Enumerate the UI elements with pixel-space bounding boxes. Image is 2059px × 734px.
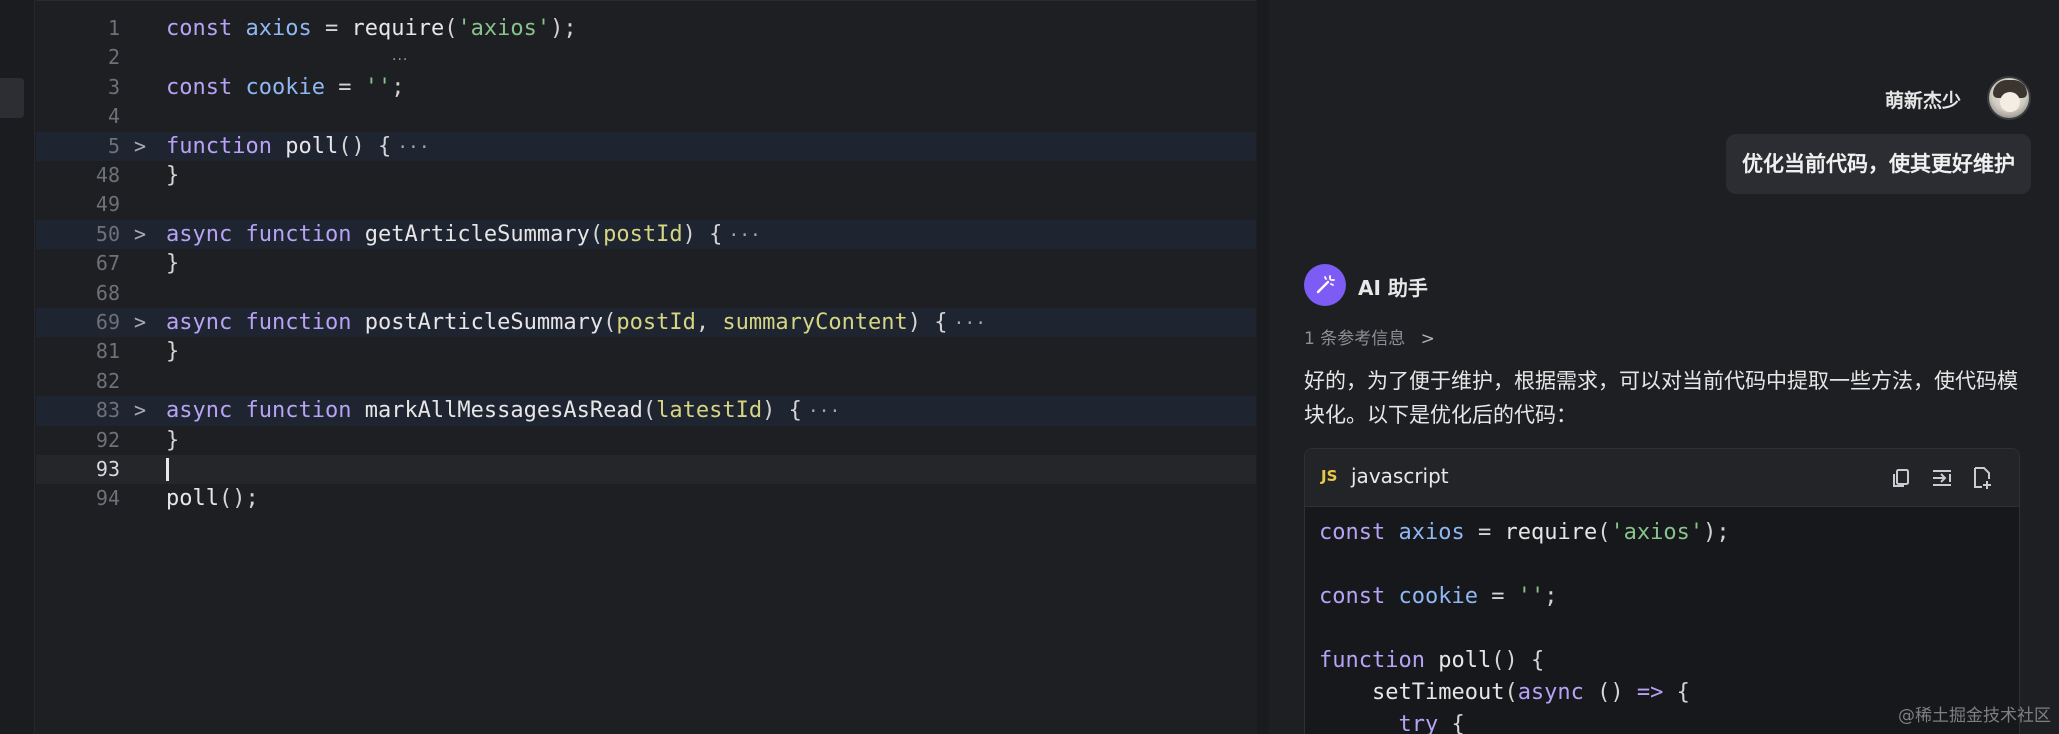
code-text: } (166, 163, 180, 188)
code-text: const cookie = ''; (166, 74, 405, 100)
editor-line[interactable]: 92} (36, 426, 1256, 455)
editor-line[interactable]: 94 poll(); (36, 484, 1256, 513)
editor-line[interactable]: 1 const axios = require('axios'); (36, 14, 1256, 43)
javascript-icon: JS (1321, 467, 1338, 485)
panel-splitter[interactable] (1257, 0, 1269, 734)
ai-assistant-name: AI 助手 (1358, 276, 1428, 300)
code-text: async function markAllMessagesAsRead(lat… (166, 396, 840, 426)
code-block-line: const cookie = ''; (1319, 584, 1558, 609)
fold-ellipsis[interactable]: ··· (728, 221, 761, 250)
editor-line[interactable]: 3 const cookie = ''; (36, 73, 1256, 102)
code-block-line: setTimeout(async () => { (1371, 680, 1690, 705)
editor-line[interactable]: 4 (36, 102, 1256, 131)
line-number: 93 (95, 457, 120, 481)
line-number: 3 (107, 74, 120, 99)
line-number: 81 (95, 339, 120, 364)
magic-wand-icon (1316, 275, 1335, 294)
code-text: async function postArticleSummary(postId… (166, 308, 986, 338)
line-number: 2 (107, 45, 120, 70)
text-cursor (166, 458, 169, 482)
watermark: @稀土掘金技术社区 (1898, 706, 2051, 726)
code-block-line: try { (1398, 712, 1465, 734)
activity-tab-active[interactable] (0, 78, 24, 118)
code-text: poll(); (166, 486, 259, 512)
line-number: 1 (107, 16, 120, 40)
fold-chevron-icon[interactable]: > (134, 220, 150, 249)
code-block-line: const axios = require('axios'); (1319, 520, 1730, 545)
editor-line[interactable]: 83 > async function markAllMessagesAsRead(… (36, 396, 1256, 426)
code-block: JS javascript const axios = require('axi… (1304, 448, 2020, 734)
code-text: function poll() {··· (166, 132, 430, 162)
ai-response-text: 好的，为了便于维护，根据需求，可以对当前代码中提取一些方法，使代码模块化。以下是… (1304, 369, 2018, 427)
fold-chevron-icon[interactable]: > (134, 132, 150, 161)
chevron-right-icon: > (1420, 329, 1435, 349)
line-number: 67 (95, 251, 120, 276)
editor-line[interactable]: 49 (36, 190, 1256, 219)
code-block-line (1319, 549, 1730, 581)
fold-ellipsis[interactable]: ··· (954, 309, 987, 338)
line-number: 69 (95, 310, 120, 334)
reference-info-link[interactable]: 1 条参考信息 > (1304, 324, 1435, 349)
line-number: 83 (95, 398, 120, 423)
code-block-line (1319, 613, 1730, 645)
line-number: 94 (95, 486, 120, 511)
code-block-line: function poll() { (1319, 648, 1545, 673)
insert-code-icon[interactable] (1929, 465, 1955, 491)
code-block-header: JS javascript (1305, 449, 2019, 507)
user-message-bubble: 优化当前代码，使其更好维护 (1726, 134, 2031, 194)
reference-info-label: 1 条参考信息 (1304, 329, 1406, 349)
line-number: 92 (95, 427, 120, 452)
line-number: 5 (107, 133, 120, 158)
user-name: 萌新杰少 (1884, 90, 1961, 112)
code-block-body[interactable]: const axios = require('axios'); const coo… (1319, 517, 1730, 734)
line-number: 48 (95, 163, 120, 187)
code-text: async function getArticleSummary(postId)… (166, 220, 761, 250)
code-language-label: javascript (1351, 464, 1449, 488)
editor-line[interactable]: 93 (36, 455, 1256, 485)
line-number: 50 (95, 221, 120, 246)
editor-line[interactable]: 69 > async function postArticleSummary(pos… (36, 308, 1256, 338)
code-text: } (166, 427, 180, 453)
activity-strip (0, 0, 35, 734)
editor-line[interactable]: 81} (36, 337, 1256, 366)
ai-assistant-avatar (1304, 264, 1346, 306)
line-number: 68 (95, 280, 120, 305)
code-editor[interactable]: ··· 1 const axios = require('axios'); 2 3 co… (36, 0, 1292, 734)
editor-line[interactable]: 5 > function poll() {··· (36, 131, 1256, 162)
user-avatar[interactable] (1987, 76, 2031, 120)
editor-line[interactable]: 48} (36, 161, 1256, 190)
code-text: } (166, 251, 180, 277)
copy-icon[interactable] (1889, 465, 1915, 491)
ai-chat-panel: 萌新杰少 优化当前代码，使其更好维护 AI 助手 1 条参考信息 > 好的，为了… (1270, 0, 2059, 734)
code-text: const axios = require('axios'); (166, 16, 577, 41)
line-number: 49 (95, 192, 120, 217)
editor-line[interactable]: 67} (36, 249, 1256, 278)
code-text: } (166, 339, 180, 365)
editor-line[interactable]: 68 (36, 279, 1256, 308)
editor-line[interactable]: 50 > async function getArticleSummary(post… (36, 219, 1256, 250)
fold-ellipsis[interactable]: ··· (808, 397, 841, 426)
new-file-icon[interactable] (1969, 465, 1995, 491)
fold-chevron-icon[interactable]: > (134, 308, 150, 337)
fold-chevron-icon[interactable]: > (134, 396, 150, 425)
line-number: 82 (95, 368, 120, 393)
editor-line[interactable]: 2 (36, 43, 1256, 72)
fold-ellipsis[interactable]: ··· (397, 133, 430, 162)
line-number: 4 (107, 104, 120, 129)
editor-line[interactable]: 82 (36, 367, 1256, 396)
